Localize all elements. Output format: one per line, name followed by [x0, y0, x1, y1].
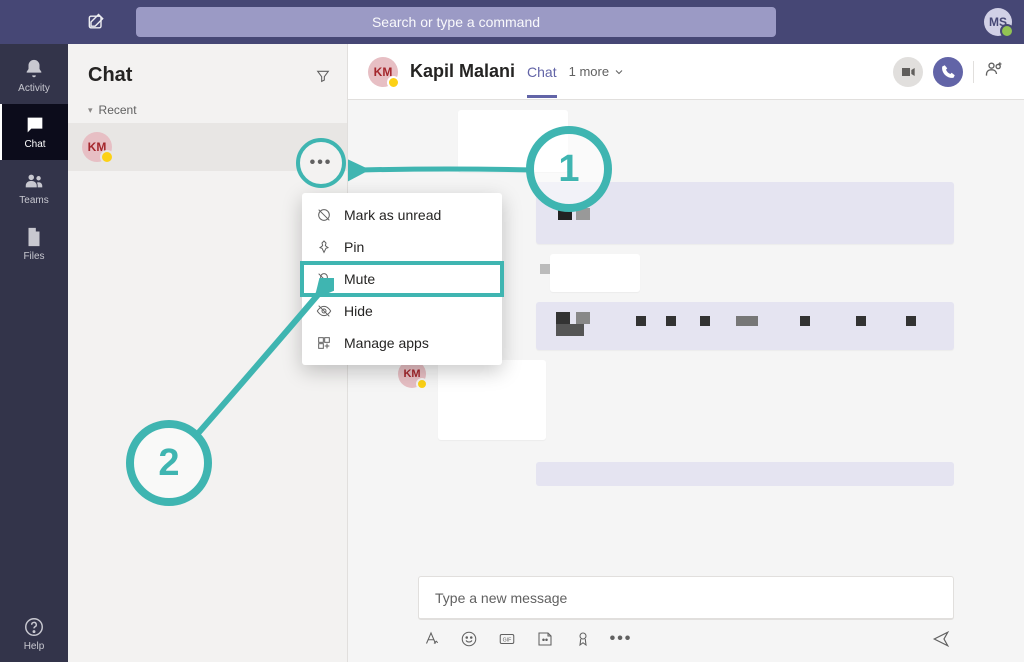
rail-help[interactable]: Help: [0, 606, 68, 662]
tab-chat[interactable]: Chat: [527, 64, 557, 98]
menu-mute[interactable]: Mute: [302, 263, 502, 295]
video-call-button[interactable]: [893, 57, 923, 87]
send-button[interactable]: [932, 630, 950, 648]
svg-text:GIF: GIF: [503, 637, 512, 643]
new-chat-icon[interactable]: [86, 12, 106, 32]
audio-call-button[interactable]: [933, 57, 963, 87]
chat-title: Kapil Malani: [410, 61, 515, 82]
menu-pin[interactable]: Pin: [302, 231, 502, 263]
format-button[interactable]: [422, 630, 440, 648]
message-bubble: [536, 462, 954, 486]
message-bubble: [550, 254, 640, 292]
message-bubble: [536, 302, 954, 350]
message-input[interactable]: Type a new message: [418, 576, 954, 620]
page-title: Chat: [88, 64, 132, 87]
avatar: KM: [368, 57, 398, 87]
search-input[interactable]: Search or type a command: [136, 7, 776, 37]
rail-teams[interactable]: Teams: [0, 160, 68, 216]
menu-mark-unread[interactable]: Mark as unread: [302, 199, 502, 231]
emoji-button[interactable]: [460, 630, 478, 648]
chat-more-button[interactable]: •••: [296, 138, 346, 188]
rail-chat[interactable]: Chat: [0, 104, 68, 160]
annotation-marker-1: 1: [526, 126, 612, 212]
avatar: KM: [82, 132, 112, 162]
add-people-button[interactable]: [984, 59, 1004, 84]
menu-hide[interactable]: Hide: [302, 295, 502, 327]
gif-button[interactable]: GIF: [498, 630, 516, 648]
menu-manage-apps[interactable]: Manage apps: [302, 327, 502, 359]
chat-header: KM Kapil Malani Chat 1 more: [348, 44, 1024, 100]
rail-files[interactable]: Files: [0, 216, 68, 272]
annotation-marker-2: 2: [126, 420, 212, 506]
praise-button[interactable]: [574, 630, 592, 648]
sticker-button[interactable]: [536, 630, 554, 648]
rail-activity[interactable]: Activity: [0, 48, 68, 104]
compose-area: Type a new message GIF •••: [348, 566, 1024, 662]
app-rail: Activity Chat Teams Files Help: [0, 44, 68, 662]
avatar[interactable]: MS: [984, 8, 1012, 36]
message-bubble: [438, 360, 546, 440]
filter-icon[interactable]: [315, 68, 331, 84]
title-bar: Search or type a command MS: [0, 0, 1024, 44]
more-tabs-dropdown[interactable]: 1 more: [569, 64, 625, 79]
recent-section[interactable]: Recent: [68, 97, 347, 123]
context-menu: Mark as unread Pin Mute Hide Manage apps: [302, 193, 502, 365]
more-actions-button[interactable]: •••: [612, 630, 630, 648]
